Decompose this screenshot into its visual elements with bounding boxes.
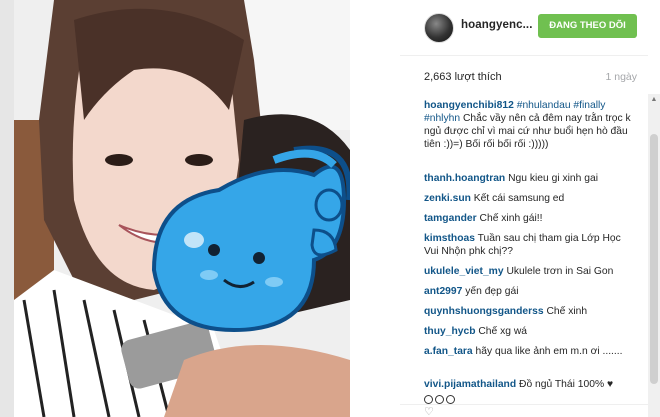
panel-right-edge bbox=[648, 0, 660, 94]
comment-item: quynhshuongsganderss Chế xinh bbox=[424, 305, 632, 318]
photo-illustration bbox=[14, 0, 350, 417]
comment-item: ant2997 yến đẹp gái bbox=[424, 285, 632, 298]
post-header: hoangyenc... ĐANG THEO DÕI bbox=[400, 0, 648, 56]
comments-list: hoangyenchibi812 #nhulandau #finally #nh… bbox=[400, 94, 648, 417]
comment-item: zenki.sun Kết cái samsung ed bbox=[424, 192, 632, 205]
comment-text: Chế xg wá bbox=[478, 326, 528, 337]
comment-username[interactable]: thuy_hycb bbox=[424, 326, 476, 337]
caption-username[interactable]: hoangyenchibi812 bbox=[424, 100, 514, 111]
comment-item: a.fan_tara hãy qua like ảnh em m.n ơi ..… bbox=[424, 345, 632, 358]
comment-text: Chế xinh gái!! bbox=[479, 213, 543, 224]
likes-count[interactable]: 2,663 lượt thích bbox=[424, 71, 502, 83]
comment-username[interactable]: ant2997 bbox=[424, 286, 462, 297]
comment-text: Kết cái samsung ed bbox=[473, 193, 565, 204]
scroll-up-arrow-icon[interactable]: ▲ bbox=[648, 94, 660, 106]
likes-row: 2,663 lượt thích 1 ngày bbox=[400, 56, 648, 94]
comment-username[interactable]: quynhshuongsganderss bbox=[424, 306, 544, 317]
instagram-post-viewer: hoangyenc... ĐANG THEO DÕI 2,663 lượt th… bbox=[0, 0, 660, 417]
following-button[interactable]: ĐANG THEO DÕI bbox=[538, 14, 637, 38]
comment-text: Ngu kieu gi xinh gai bbox=[508, 173, 598, 184]
comment-username[interactable]: thanh.hoangtran bbox=[424, 173, 505, 184]
avatar[interactable] bbox=[424, 13, 454, 43]
comment-username[interactable]: zenki.sun bbox=[424, 193, 471, 204]
black-heart-emoji-icon: ♥ bbox=[607, 379, 614, 390]
smile-emoji-icon bbox=[446, 395, 455, 404]
smile-emoji-icon bbox=[424, 395, 433, 404]
comments-scrollbar[interactable]: ▲ bbox=[648, 94, 660, 417]
action-bar: ♡ bbox=[400, 404, 648, 417]
comment-username[interactable]: kimsthoas bbox=[424, 233, 475, 244]
comment-username[interactable]: ukulele_viet_my bbox=[424, 266, 504, 277]
caption: hoangyenchibi812 #nhulandau #finally #nh… bbox=[424, 99, 632, 151]
comment-item: vivi.pijamathailand Đồ ngủ Thái 100% ♥ bbox=[424, 378, 632, 407]
comment-item: thuy_hycb Chế xg wá bbox=[424, 325, 632, 338]
comment-text: yến đẹp gái bbox=[465, 286, 519, 297]
comment-item: ukulele_viet_my Ukulele trơn in Sai Gon bbox=[424, 265, 632, 278]
comment-item: tamgander Chế xinh gái!! bbox=[424, 212, 632, 225]
photo-right-margin bbox=[350, 0, 400, 417]
smile-emoji-icon bbox=[435, 395, 444, 404]
comment-text: Ukulele trơn in Sai Gon bbox=[506, 266, 614, 277]
comment-text: Đồ ngủ Thái 100% bbox=[519, 379, 605, 390]
heart-icon[interactable]: ♡ bbox=[424, 407, 436, 417]
left-margin bbox=[0, 0, 14, 417]
username-link[interactable]: hoangyenc... bbox=[461, 19, 533, 31]
comment-username[interactable]: vivi.pijamathailand bbox=[424, 379, 516, 390]
comment-item: thanh.hoangtran Ngu kieu gi xinh gai bbox=[424, 172, 632, 185]
comment-username[interactable]: tamgander bbox=[424, 213, 477, 224]
comment-text: hãy qua like ảnh em m.n ơi ....... bbox=[475, 346, 623, 357]
scrollbar-thumb[interactable] bbox=[650, 134, 658, 384]
comment-text: Chế xinh bbox=[546, 306, 588, 317]
comment-item: kimsthoas Tuần sau chị tham gia Lớp Học … bbox=[424, 232, 632, 258]
post-timestamp[interactable]: 1 ngày bbox=[605, 71, 637, 83]
comment-username[interactable]: a.fan_tara bbox=[424, 346, 473, 357]
post-photo[interactable] bbox=[14, 0, 350, 417]
